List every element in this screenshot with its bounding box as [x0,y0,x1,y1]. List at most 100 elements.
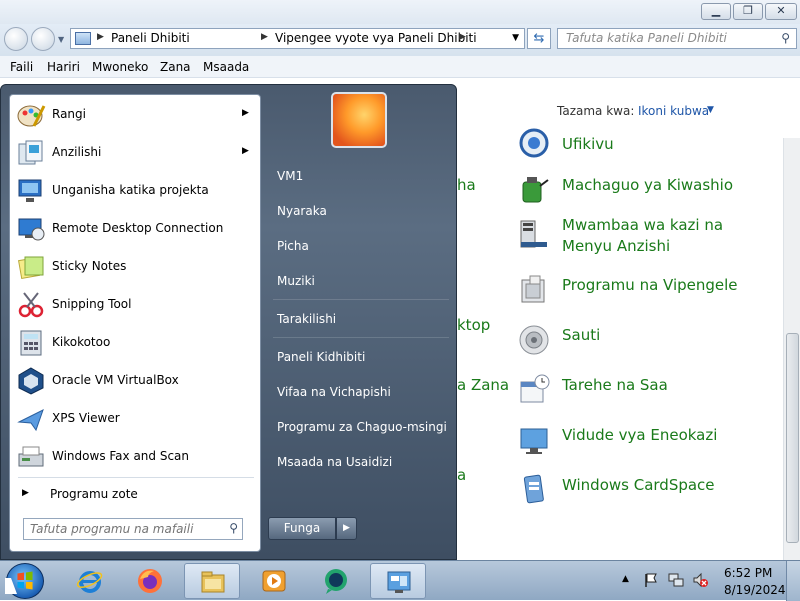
taskbar-file-explorer[interactable] [184,563,240,599]
program-label: Kikokotoo [52,335,111,349]
snipping-tool-icon [18,292,44,318]
menu-bar: Faili Hariri Mwoneko Zana Msaada [0,56,800,78]
virtualbox-icon [18,367,44,395]
search-icon[interactable]: ⚲ [229,521,238,535]
recent-pages-dropdown[interactable]: ▼ [58,35,64,44]
program-getting-started[interactable]: Anzilishi ▶ [10,135,260,171]
address-row: ▼ ▶ Paneli Dhibiti ▶ Vipengee vyote vya … [0,24,800,56]
start-search-field[interactable]: ⚲ [23,518,243,540]
cp-item-label-line2: Menyu Anzishi [562,237,671,255]
chevron-down-icon[interactable]: ▼ [707,105,714,115]
show-hidden-icons-button[interactable]: ▲ [622,574,629,584]
clock-date[interactable]: 8/19/2024 [724,583,786,597]
item-label-fragment[interactable]: ktop [457,316,490,334]
program-snipping-tool[interactable]: Snipping Tool [10,287,260,323]
place-documents[interactable]: Nyaraka [277,204,327,218]
paint-icon [17,105,46,127]
chevron-right-icon: ▶ [242,146,249,156]
cp-item-label: Mwambaa wa kazi na [562,216,724,234]
menu-edit[interactable]: Hariri [47,60,80,74]
network-icon[interactable] [668,572,684,588]
breadcrumb-all-items[interactable]: Vipengee vyote vya Paneli Dhibiti [275,31,477,45]
view-by-dropdown[interactable]: Ikoni kubwa [638,104,709,118]
place-music[interactable]: Muziki [277,274,315,288]
control-panel-icon [75,32,91,45]
chevron-right-icon[interactable]: ▶ [97,32,104,42]
place-computer[interactable]: Tarakilishi [277,312,336,326]
item-label-fragment[interactable]: a [457,466,466,484]
program-calculator[interactable]: Kikokotoo [10,325,260,361]
place-help-support[interactable]: Msaada na Usaidizi [277,455,392,469]
chevron-down-icon[interactable]: ▼ [512,33,519,43]
scrollbar-thumb[interactable] [786,333,799,543]
getting-started-icon [18,140,43,165]
place-devices-printers[interactable]: Vifaa na Vichapishi [277,385,391,399]
place-default-programs[interactable]: Programu za Chaguo-msingi [277,420,447,434]
refresh-button[interactable]: ⇆ [527,28,551,49]
shutdown-group: Funga ▶ [268,517,358,540]
program-sticky-notes[interactable]: Sticky Notes [10,249,260,285]
chevron-right-icon[interactable]: ▶ [261,32,268,42]
taskbar: ▲ 6:52 PM 8/19/2024 [0,560,800,601]
program-virtualbox[interactable]: Oracle VM VirtualBox [10,363,260,399]
shutdown-button[interactable]: Funga [268,517,336,540]
divider [273,337,449,338]
view-by-label: Tazama kwa: [557,104,635,118]
forward-button[interactable] [31,27,55,51]
sticky-notes-icon [17,256,44,280]
program-label: Snipping Tool [52,297,132,311]
cp-item-label: Machaguo ya Kiwashio [562,176,734,194]
maximize-button[interactable]: ❐ [733,3,763,20]
program-fax-scan[interactable]: Windows Fax and Scan [10,439,260,475]
program-label: Oracle VM VirtualBox [52,373,179,387]
menu-help[interactable]: Msaada [203,60,249,74]
media-player-icon [262,570,286,592]
user-avatar[interactable] [331,92,387,148]
clock-time[interactable]: 6:52 PM [724,566,772,580]
start-search-input[interactable] [24,519,219,539]
search-input[interactable]: Tafuta katika Paneli Dhibiti ⚲ [557,28,797,49]
remote-desktop-icon [18,218,45,241]
vertical-scrollbar[interactable] [783,138,800,560]
back-button[interactable] [4,27,28,51]
flag-icon[interactable] [643,572,659,588]
place-pictures[interactable]: Picha [277,239,309,253]
desktop-gadgets-icon [520,428,548,454]
taskbar-internet-explorer[interactable] [62,563,118,599]
taskbar-control-panel[interactable] [370,563,426,599]
program-remote-desktop[interactable]: Remote Desktop Connection [10,211,260,247]
title-bar[interactable]: ▁ ❐ ✕ [0,0,800,24]
volume-muted-icon[interactable] [692,572,708,588]
all-programs-button[interactable]: ▶ Programu zote [10,483,260,507]
close-button[interactable]: ✕ [765,3,797,20]
taskbar-firefox[interactable] [122,563,178,599]
menu-file[interactable]: Faili [10,60,33,74]
menu-tools[interactable]: Zana [160,60,191,74]
show-desktop-button[interactable] [786,561,800,601]
shutdown-options-button[interactable]: ▶ [336,517,357,540]
program-label: Windows Fax and Scan [52,449,190,463]
program-xps-viewer[interactable]: XPS Viewer [10,401,260,437]
taskbar-start-menu-icon [520,220,547,248]
item-label-fragment[interactable]: ha [457,176,476,194]
taskbar-media-player[interactable] [246,563,302,599]
mouse-cursor [5,578,17,594]
date-time-icon [520,374,550,403]
chevron-right-icon: ▶ [22,488,29,498]
breadcrumb-control-panel[interactable]: Paneli Dhibiti [111,31,190,45]
item-label-fragment[interactable]: a Zana [457,376,509,394]
search-icon[interactable]: ⚲ [781,31,790,45]
place-control-panel[interactable]: Paneli Kidhibiti [277,350,365,364]
program-paint[interactable]: Rangi ▶ [10,97,260,133]
address-bar[interactable]: ▶ Paneli Dhibiti ▶ Vipengee vyote vya Pa… [70,28,525,49]
program-connect-projector[interactable]: Unganisha katika projekta [10,173,260,209]
ease-of-access-icon [519,128,549,158]
fax-scan-icon [18,446,44,467]
chevron-right-icon[interactable]: ▶ [459,32,466,42]
minimize-button[interactable]: ▁ [701,3,731,20]
cardspace-icon [523,474,544,504]
menu-view[interactable]: Mwoneko [92,60,148,74]
place-user-folder[interactable]: VM1 [277,169,303,183]
taskbar-chat-app[interactable] [308,563,364,599]
projector-icon [18,179,42,202]
